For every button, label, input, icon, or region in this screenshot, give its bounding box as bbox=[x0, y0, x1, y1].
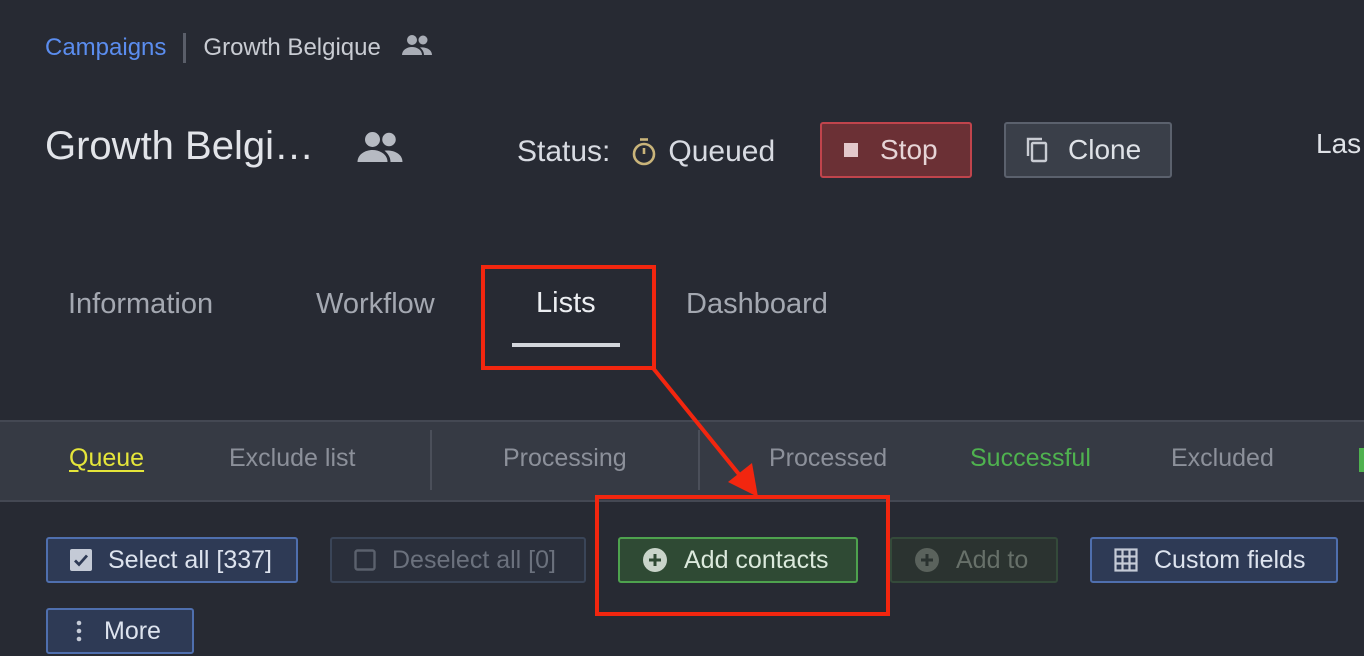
stop-button-label: Stop bbox=[880, 134, 938, 165]
page-title: Growth Belgi… bbox=[45, 124, 314, 168]
subtab-overflow-edge bbox=[1359, 448, 1364, 472]
clone-button[interactable]: Clone bbox=[1004, 122, 1172, 178]
tab-information[interactable]: Information bbox=[68, 288, 213, 321]
add-to-button[interactable]: Add to bbox=[890, 537, 1058, 583]
subtab-successful[interactable]: Successful bbox=[970, 444, 1091, 473]
more-button[interactable]: More bbox=[46, 608, 194, 654]
status-label: Status: bbox=[517, 135, 611, 168]
grid-icon bbox=[1114, 548, 1138, 572]
status-indicator: Status: Queued bbox=[517, 131, 775, 173]
breadcrumb-current: Growth Belgique bbox=[203, 34, 381, 61]
last-updated-label: Las bbox=[1316, 128, 1362, 159]
checkbox-checked-icon bbox=[70, 549, 92, 571]
custom-fields-label: Custom fields bbox=[1154, 545, 1306, 574]
subtab-divider bbox=[698, 430, 700, 490]
clone-button-label: Clone bbox=[1068, 134, 1142, 165]
copy-icon bbox=[1024, 136, 1050, 164]
stop-square-icon bbox=[844, 143, 858, 157]
breadcrumb: Campaigns Growth Belgique bbox=[45, 30, 433, 66]
timer-icon bbox=[630, 137, 658, 167]
vertical-dots-icon bbox=[76, 620, 82, 642]
subtab-processed[interactable]: Processed bbox=[769, 444, 887, 473]
subtab-excluded[interactable]: Excluded bbox=[1171, 444, 1274, 473]
subtab-processing[interactable]: Processing bbox=[503, 444, 627, 473]
stop-button[interactable]: Stop bbox=[820, 122, 972, 178]
people-icon bbox=[401, 34, 433, 63]
subtab-queue[interactable]: Queue bbox=[69, 444, 144, 473]
annotation-highlight-add-contacts bbox=[595, 495, 890, 616]
tab-dashboard[interactable]: Dashboard bbox=[686, 288, 828, 321]
deselect-all-button[interactable]: Deselect all [0] bbox=[330, 537, 586, 583]
subtab-exclude-list[interactable]: Exclude list bbox=[229, 444, 355, 473]
people-icon bbox=[356, 130, 404, 169]
more-label: More bbox=[104, 616, 161, 645]
list-subtab-bar bbox=[0, 420, 1364, 502]
breadcrumb-link-campaigns[interactable]: Campaigns bbox=[45, 34, 166, 62]
breadcrumb-separator bbox=[183, 33, 187, 63]
select-all-label: Select all [337] bbox=[108, 545, 272, 574]
select-all-button[interactable]: Select all [337] bbox=[46, 537, 298, 583]
plus-circle-icon bbox=[914, 547, 940, 573]
tab-workflow[interactable]: Workflow bbox=[316, 288, 435, 321]
status-value: Queued bbox=[668, 135, 776, 168]
deselect-all-label: Deselect all [0] bbox=[392, 545, 556, 574]
custom-fields-button[interactable]: Custom fields bbox=[1090, 537, 1338, 583]
annotation-highlight-lists-tab bbox=[481, 265, 656, 370]
subtab-divider bbox=[430, 430, 432, 490]
checkbox-empty-icon bbox=[354, 549, 376, 571]
add-to-label: Add to bbox=[956, 545, 1029, 574]
